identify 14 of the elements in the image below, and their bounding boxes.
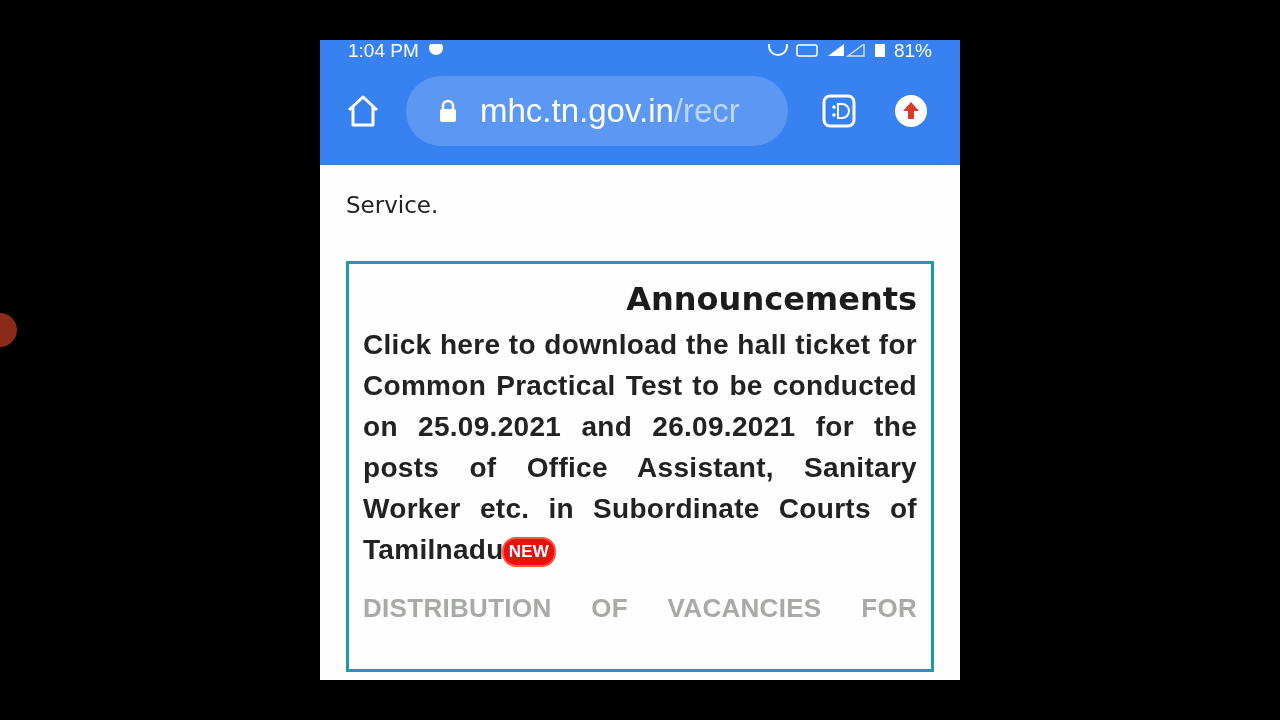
battery-percent: 81% <box>893 40 932 62</box>
lock-icon <box>438 99 458 123</box>
new-badge: NEW <box>503 538 555 565</box>
announcement-link[interactable]: DISTRIBUTION OF VACANCIES FOR <box>363 588 917 629</box>
status-time: 1:04 PM <box>348 40 419 62</box>
tab-switcher-icon[interactable] <box>822 94 856 128</box>
url-text: mhc.tn.gov.in/recr <box>480 92 740 130</box>
home-icon[interactable] <box>346 95 380 127</box>
body-text: Service. <box>346 191 440 220</box>
update-icon[interactable] <box>894 94 928 128</box>
address-bar[interactable]: mhc.tn.gov.in/recr <box>406 76 788 146</box>
panel-title: Announcements <box>625 279 917 320</box>
battery-icon <box>873 44 886 58</box>
announcement-link[interactable]: Click here to download the hall ticket for Common Practical Test to be conducted on 25.09.2021 and 26.09.2021 for the posts of Office Assistant, Sanitary Worker etc. in Subordinate Courts of Tamilnadu NEW <box>363 324 917 570</box>
